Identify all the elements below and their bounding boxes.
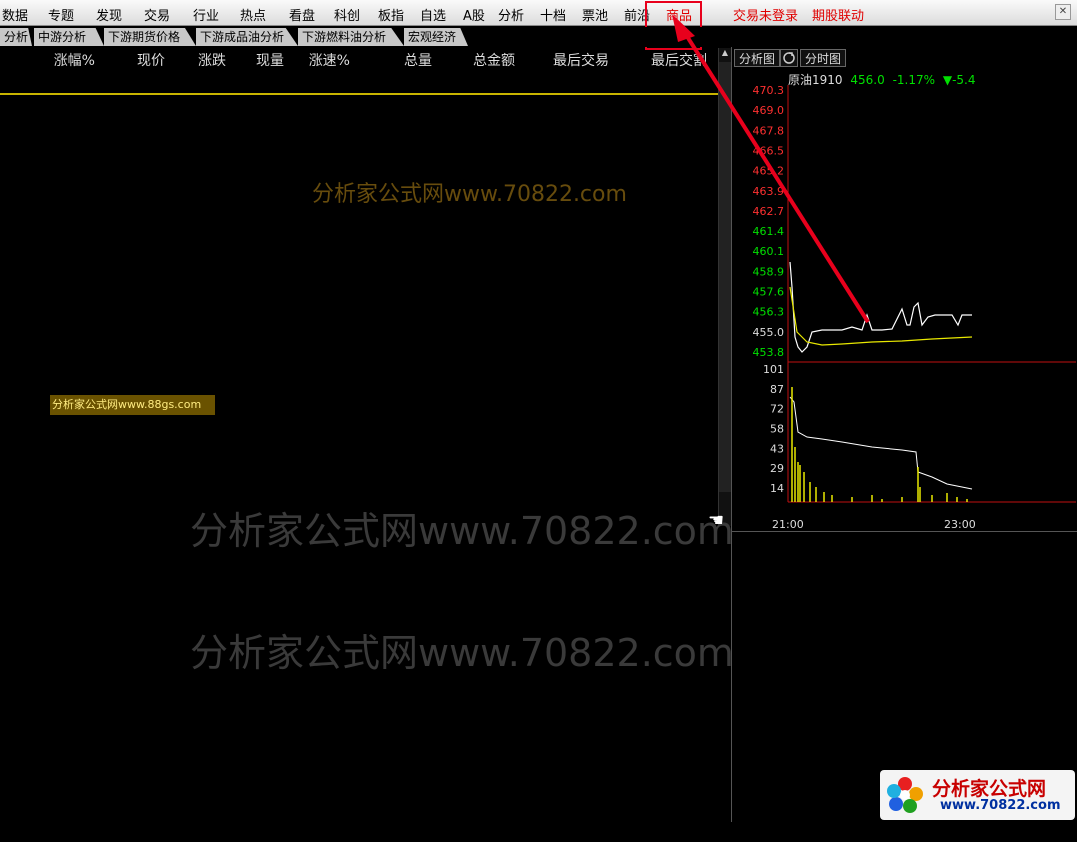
- news-item[interactable]: [736, 746, 1076, 770]
- tab-item[interactable]: 宏观经济: [404, 28, 468, 46]
- news-item[interactable]: [736, 578, 1076, 602]
- tab-item[interactable]: 下游期货价格: [104, 28, 196, 46]
- tab-bar: 分析 中游分析 下游期货价格 下游成品油分析 下游燃料油分析 宏观经济: [0, 27, 720, 47]
- table-row[interactable]: [0, 213, 718, 237]
- price-tick-label: 469.0: [753, 104, 785, 117]
- menu-item[interactable]: A股: [463, 5, 485, 24]
- news-item[interactable]: [736, 698, 1076, 722]
- volume-tick-label: 43: [770, 442, 784, 455]
- table-row[interactable]: [0, 237, 718, 261]
- price-tick-label: 453.8: [753, 346, 785, 359]
- price-tick-label: 470.3: [753, 84, 785, 97]
- volume-tick-label: 29: [770, 462, 784, 475]
- menu-item[interactable]: 行业: [193, 5, 219, 24]
- hand-cursor-icon: ☚: [708, 510, 725, 531]
- table-row[interactable]: [0, 93, 718, 117]
- news-item[interactable]: [736, 674, 1076, 698]
- menu-item[interactable]: 看盘: [289, 5, 315, 24]
- menu-item[interactable]: 交易: [144, 5, 170, 24]
- table-row[interactable]: [0, 477, 718, 501]
- table-row[interactable]: [0, 285, 718, 309]
- scroll-up-icon[interactable]: ▲: [719, 48, 731, 60]
- menu-bar: 数据 专题 发现 交易 行业 热点 看盘 科创 板指 自选 A股 分析 十档 票池 前沿 商品 交易未登录 期股联…: [0, 0, 1077, 26]
- table-row[interactable]: [0, 309, 718, 333]
- table-row[interactable]: [0, 453, 718, 477]
- open-interest-line: [789, 396, 973, 490]
- table-row[interactable]: [0, 703, 730, 727]
- selected-row-indicator: [0, 93, 718, 95]
- volume-tick-label: 14: [770, 482, 784, 495]
- price-tick-label: 460.1: [753, 245, 785, 258]
- price-tick-label: 467.8: [753, 124, 785, 137]
- stocks-table: [0, 534, 730, 822]
- table-row[interactable]: [0, 559, 730, 583]
- menu-item[interactable]: 科创: [334, 5, 360, 24]
- price-tick-label: 455.0: [753, 326, 785, 339]
- price-tick-label: 466.5: [753, 144, 785, 157]
- menu-item[interactable]: 期股联动: [812, 5, 864, 24]
- watermark-box: 分析家公式网www.88gs.com: [50, 395, 215, 415]
- table-row[interactable]: [0, 117, 718, 141]
- table-row[interactable]: [0, 141, 718, 165]
- volume-tick-label: 101: [763, 363, 784, 376]
- table-row[interactable]: [0, 357, 718, 381]
- logo-icon: [887, 777, 923, 813]
- price-tick-label: 458.9: [753, 265, 785, 278]
- table-scrollbar[interactable]: ▲: [718, 48, 731, 526]
- price-tick-label: 462.7: [753, 205, 785, 218]
- news-item[interactable]: [736, 626, 1076, 650]
- logo-url: www.70822.com: [940, 798, 1061, 813]
- news-item[interactable]: [736, 602, 1076, 626]
- price-tick-label: 465.2: [753, 165, 785, 178]
- news-item[interactable]: [736, 554, 1076, 578]
- time-tick-label: 21:00: [772, 518, 804, 531]
- price-tick-label: 463.9: [753, 185, 785, 198]
- price-tick-label: 456.3: [753, 306, 785, 319]
- table-row[interactable]: [0, 583, 730, 607]
- scroll-thumb[interactable]: [719, 62, 731, 492]
- logo-text: 分析家公式网: [932, 778, 1047, 800]
- price-tick-label: 457.6: [753, 286, 785, 299]
- table-row[interactable]: [0, 727, 730, 751]
- tab-item[interactable]: 分析: [0, 28, 32, 46]
- tab-item[interactable]: 下游成品油分析: [196, 28, 298, 46]
- table-row[interactable]: [0, 429, 718, 453]
- intraday-chart[interactable]: 470.3 469.0 467.8 466.5 465.2 463.9 462.7 461.4…: [732, 47, 1077, 531]
- futures-table: 涨幅% 现价 涨跌 现量 涨速% 总量 总金额 最后交易 最后交割: [0, 47, 718, 527]
- site-logo: 分析家公式网 www.70822.com: [880, 770, 1075, 820]
- volume-tick-label: 72: [770, 403, 784, 416]
- close-icon[interactable]: ✕: [1055, 4, 1071, 20]
- table-row[interactable]: [0, 679, 730, 703]
- menu-item[interactable]: 十档: [540, 5, 566, 24]
- news-item[interactable]: [736, 722, 1076, 746]
- volume-tick-label: 87: [770, 383, 784, 396]
- chart-panel: 分析图 分时图 原油1910 456.0 -1.17% ▼-5.4 470.3 4…: [731, 47, 1077, 531]
- watermark: 分析家公式网www.70822.com: [312, 182, 627, 207]
- menu-item[interactable]: 交易未登录: [733, 5, 798, 24]
- tab-item[interactable]: 中游分析: [34, 28, 104, 46]
- table-row[interactable]: [0, 261, 718, 285]
- watermark-large: 分析家公式网www.70822.com: [190, 509, 734, 553]
- menu-item[interactable]: 专题: [48, 5, 74, 24]
- menu-item[interactable]: 数据: [2, 5, 28, 24]
- menu-item[interactable]: 自选: [420, 5, 446, 24]
- table-row[interactable]: [0, 69, 718, 93]
- volume-tick-label: 58: [770, 423, 784, 436]
- news-item[interactable]: [736, 650, 1076, 674]
- tab-item[interactable]: 下游燃料油分析: [298, 28, 404, 46]
- price-tick-label: 461.4: [753, 225, 785, 238]
- time-tick-label: 23:00: [944, 518, 976, 531]
- watermark-large: 分析家公式网www.70822.com: [190, 631, 734, 675]
- menu-item[interactable]: 票池: [582, 5, 608, 24]
- menu-item[interactable]: 发现: [96, 5, 122, 24]
- menu-item[interactable]: 板指: [378, 5, 404, 24]
- average-price-line: [789, 286, 973, 346]
- menu-item[interactable]: 分析: [498, 5, 524, 24]
- table-row[interactable]: [0, 333, 718, 357]
- menu-item[interactable]: 热点: [240, 5, 266, 24]
